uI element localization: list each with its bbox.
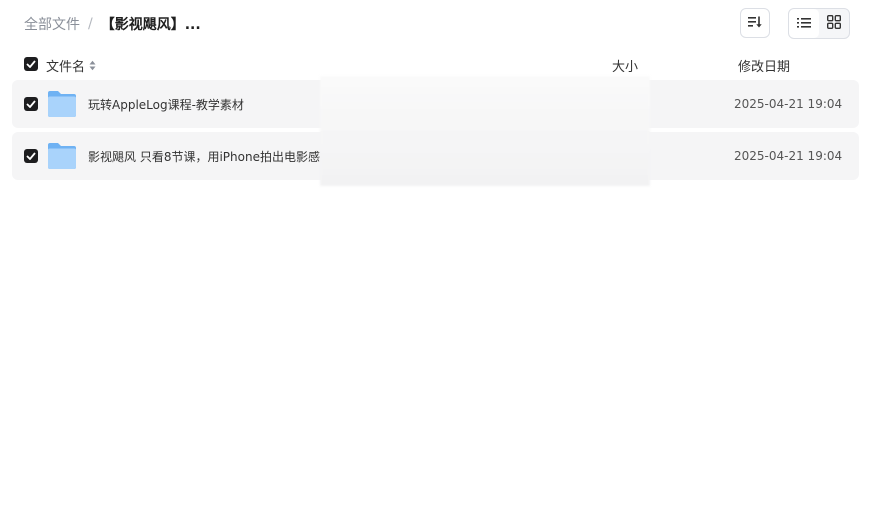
check-icon xyxy=(26,149,36,163)
view-toggle xyxy=(788,8,850,39)
sort-button[interactable] xyxy=(740,8,770,38)
select-all-checkbox[interactable] xyxy=(24,57,38,71)
check-icon xyxy=(26,97,36,111)
folder-icon xyxy=(47,142,77,173)
file-name[interactable]: 玩转AppleLog课程-教学素材 xyxy=(88,96,244,113)
breadcrumb-separator: / xyxy=(88,16,93,32)
column-header: 文件名 大小 修改日期 xyxy=(12,50,859,78)
grid-view-button[interactable] xyxy=(819,9,849,38)
list-view-button[interactable] xyxy=(789,9,819,38)
sort-arrows-icon xyxy=(89,60,96,71)
obscured-region xyxy=(320,76,650,186)
sort-list-icon xyxy=(747,14,763,33)
folder-icon xyxy=(47,90,77,121)
column-name-label: 文件名 xyxy=(46,60,86,75)
breadcrumb-root[interactable]: 全部文件 xyxy=(24,14,80,34)
row-checkbox[interactable] xyxy=(24,149,38,163)
file-browser: 全部文件 / 【影视飓风】... 文件名 大小 修改日期 玩转AppleLog课… xyxy=(0,0,874,514)
breadcrumb-current: 【影视飓风】... xyxy=(100,17,201,33)
breadcrumb: 全部文件 / 【影视飓风】... xyxy=(24,14,201,34)
row-checkbox[interactable] xyxy=(24,97,38,111)
column-name-header[interactable]: 文件名 xyxy=(46,56,96,75)
list-view-icon xyxy=(797,14,811,33)
file-date: 2025-04-21 19:04 xyxy=(734,149,843,163)
check-icon xyxy=(26,57,36,72)
column-size-label[interactable]: 大小 xyxy=(612,56,638,75)
file-date: 2025-04-21 19:04 xyxy=(734,97,843,111)
grid-view-icon xyxy=(826,14,842,33)
file-name[interactable]: 影视飓风 只看8节课，用iPhone拍出电影感 xyxy=(88,148,320,165)
column-date-label[interactable]: 修改日期 xyxy=(738,56,790,75)
